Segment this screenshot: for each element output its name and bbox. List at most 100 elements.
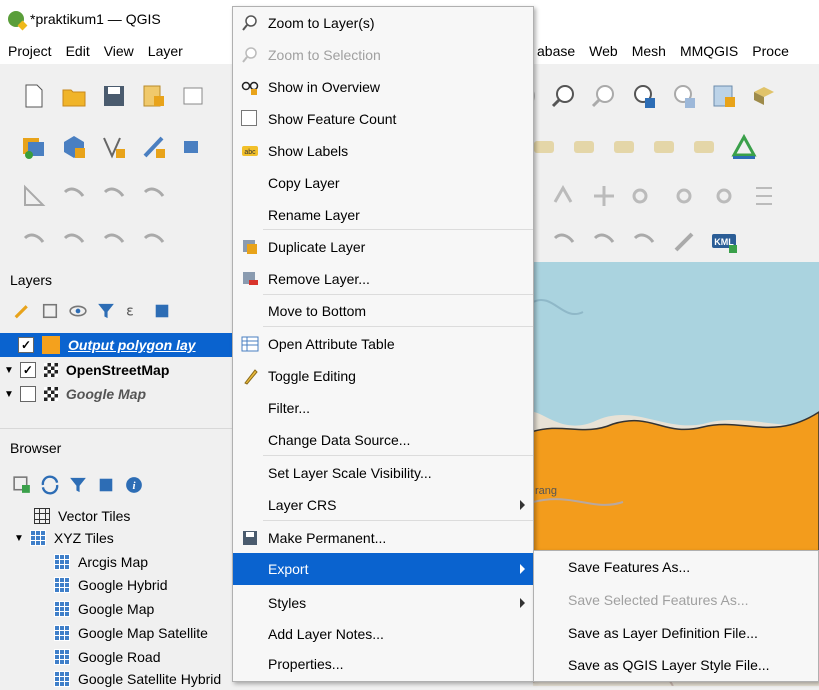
menu-item-toggle-editing[interactable]: Toggle Editing — [233, 360, 533, 392]
split-parts-icon[interactable] — [628, 180, 660, 212]
menu-item-copy-layer[interactable]: Copy Layer — [233, 167, 533, 199]
expand-all-icon[interactable] — [151, 300, 173, 322]
shape-digitize-icon[interactable] — [18, 226, 50, 258]
menu-item-rename-layer[interactable]: Rename Layer — [233, 199, 533, 231]
layer-visibility-checkbox[interactable] — [19, 386, 36, 402]
menu-web[interactable]: Web — [589, 43, 618, 59]
browser-item-google-map[interactable]: Google Map — [0, 598, 240, 620]
submenu-item-save-layer-definition[interactable]: Save as Layer Definition File... — [534, 617, 818, 649]
collapse-arrow-icon[interactable]: ▼ — [4, 365, 14, 376]
collapse-arrow-icon[interactable]: ▼ — [14, 533, 24, 544]
menu-mesh[interactable]: Mesh — [632, 43, 666, 59]
submenu-item-save-layer-style[interactable]: Save as QGIS Layer Style File... — [534, 649, 818, 681]
merge-features-icon[interactable] — [668, 180, 700, 212]
menu-item-change-data-source[interactable]: Change Data Source... — [233, 424, 533, 456]
zoom-next-icon[interactable] — [668, 80, 700, 112]
menu-item-show-labels[interactable]: abc Show Labels — [233, 135, 533, 167]
merge-attributes-icon[interactable] — [708, 180, 740, 212]
info-icon[interactable]: i — [123, 474, 145, 496]
new-map-view-icon[interactable] — [708, 80, 740, 112]
browser-item-google-map-satellite[interactable]: Google Map Satellite — [0, 622, 240, 644]
menu-processing[interactable]: Proce — [752, 43, 789, 59]
collapse-all-icon[interactable] — [95, 474, 117, 496]
filter-icon[interactable] — [95, 300, 117, 322]
menu-item-duplicate-layer[interactable]: Duplicate Layer — [233, 231, 533, 263]
new-geopackage-layer-icon[interactable] — [58, 131, 90, 163]
label-highlight-icon[interactable] — [568, 131, 600, 163]
add-group-icon[interactable] — [39, 300, 61, 322]
menu-item-zoom-to-selection[interactable]: Zoom to Selection — [233, 39, 533, 71]
new-project-icon[interactable] — [18, 80, 50, 112]
digitize-icon[interactable] — [138, 131, 170, 163]
new-print-layout-icon[interactable] — [138, 80, 170, 112]
visibility-icon[interactable] — [67, 300, 89, 322]
menu-item-zoom-to-layer[interactable]: Zoom to Layer(s) — [233, 7, 533, 39]
expression-filter-icon[interactable]: ε — [123, 300, 145, 322]
polygon-tool-icon[interactable] — [548, 226, 580, 258]
browser-item-google-hybrid[interactable]: Google Hybrid — [0, 574, 240, 596]
layer-row-openstreetmap[interactable]: ▼ ✓ OpenStreetMap — [0, 358, 240, 382]
menu-item-add-layer-notes[interactable]: Add Layer Notes... — [233, 618, 533, 650]
layer-row-output-polygon[interactable]: ✓ Output polygon lay — [0, 333, 240, 357]
menu-item-show-in-overview[interactable]: Show in Overview — [233, 71, 533, 103]
checkbox-icon[interactable] — [241, 110, 257, 126]
new-3d-view-icon[interactable] — [748, 80, 780, 112]
menu-item-move-to-bottom[interactable]: Move to Bottom — [233, 295, 533, 327]
menu-item-filter[interactable]: Filter... — [233, 392, 533, 424]
menu-layer[interactable]: Layer — [148, 43, 183, 59]
browser-item-google-satellite-hybrid[interactable]: Google Satellite Hybrid — [0, 668, 240, 690]
refresh-icon[interactable] — [39, 474, 61, 496]
rotate-point-icon[interactable] — [748, 180, 780, 212]
menu-item-layer-crs[interactable]: Layer CRS — [233, 489, 533, 521]
polygon-fill-icon[interactable] — [628, 226, 660, 258]
label-change-icon[interactable] — [688, 131, 720, 163]
menu-item-scale-visibility[interactable]: Set Layer Scale Visibility... — [233, 457, 533, 489]
data-source-manager-icon[interactable] — [18, 131, 50, 163]
kml-icon[interactable]: KML — [708, 226, 740, 258]
label-pin-icon[interactable] — [608, 131, 640, 163]
zoom-in-icon[interactable] — [548, 80, 580, 112]
split-features-icon[interactable] — [588, 180, 620, 212]
menu-item-open-attribute-table[interactable]: Open Attribute Table — [233, 328, 533, 360]
menu-database[interactable]: abase — [537, 43, 575, 59]
leaf-icon[interactable] — [668, 226, 700, 258]
zoom-last-icon[interactable] — [628, 80, 660, 112]
submenu-item-save-features-as[interactable]: Save Features As... — [534, 551, 818, 583]
browser-item-xyz-tiles[interactable]: ▼ XYZ Tiles — [0, 527, 240, 549]
mesh-layer-icon[interactable] — [178, 131, 210, 163]
collapse-arrow-icon[interactable]: ▼ — [4, 389, 14, 400]
save-project-icon[interactable] — [98, 80, 130, 112]
menu-item-export[interactable]: Export — [233, 553, 533, 585]
polygon-delete-icon[interactable] — [588, 226, 620, 258]
style-layer-icon[interactable] — [11, 300, 33, 322]
add-ring-icon[interactable] — [138, 180, 170, 212]
menu-mmqgis[interactable]: MMQGIS — [680, 43, 738, 59]
menu-item-styles[interactable]: Styles — [233, 587, 533, 619]
circle-digitize-icon[interactable] — [58, 226, 90, 258]
zoom-native-icon[interactable] — [588, 80, 620, 112]
browser-item-google-road[interactable]: Google Road — [0, 646, 240, 668]
triangle-style-icon[interactable] — [728, 131, 760, 163]
open-project-icon[interactable] — [58, 80, 90, 112]
menu-view[interactable]: View — [104, 43, 134, 59]
ellipse-digitize-icon[interactable] — [98, 226, 130, 258]
layer-visibility-checkbox[interactable]: ✓ — [19, 362, 36, 378]
layer-row-google-map[interactable]: ▼ Google Map — [0, 382, 240, 406]
menu-project[interactable]: Project — [8, 43, 52, 59]
layer-visibility-checkbox[interactable]: ✓ — [18, 337, 34, 353]
menu-item-show-feature-count[interactable]: Show Feature Count — [233, 103, 533, 135]
rectangle-digitize-icon[interactable] — [138, 226, 170, 258]
filter-browser-icon[interactable] — [67, 474, 89, 496]
vertex-tool-icon[interactable] — [98, 131, 130, 163]
browser-item-vector-tiles[interactable]: Vector Tiles — [0, 505, 240, 527]
menu-item-remove-layer[interactable]: Remove Layer... — [233, 263, 533, 295]
menu-item-properties[interactable]: Properties... — [233, 648, 533, 680]
label-rotate-icon[interactable] — [648, 131, 680, 163]
offset-curve-icon[interactable] — [548, 180, 580, 212]
rotate-feature-icon[interactable] — [58, 180, 90, 212]
submenu-item-save-selected-features-as[interactable]: Save Selected Features As... — [534, 584, 818, 616]
browser-item-arcgis-map[interactable]: Arcgis Map — [0, 551, 240, 573]
simplify-icon[interactable] — [98, 180, 130, 212]
advanced-digitize-icon[interactable] — [18, 180, 50, 212]
menu-item-make-permanent[interactable]: Make Permanent... — [233, 522, 533, 554]
